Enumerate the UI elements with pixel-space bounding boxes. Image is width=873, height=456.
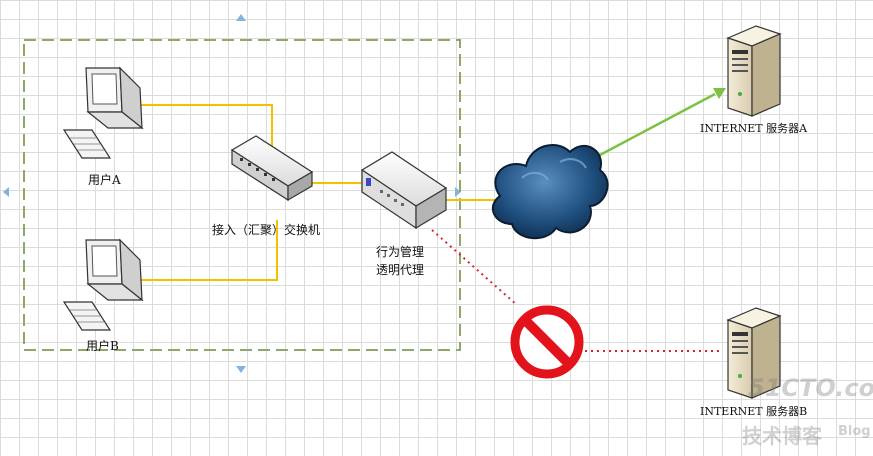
label-server-a: INTERNET 服务器A — [700, 122, 808, 135]
server-icon — [726, 25, 782, 117]
internet-cloud-icon — [491, 143, 609, 240]
link-proxy-server-b-blocked — [431, 229, 518, 306]
watermark-blog: Blog — [838, 424, 871, 439]
label-user-b: 用户B — [86, 339, 119, 353]
watermark-site: 51CTO.com — [748, 374, 873, 402]
label-proxy-line2: 透明代理 — [376, 263, 425, 277]
switch-icon — [230, 135, 314, 202]
label-server-b: INTERNET 服务器B — [700, 405, 808, 418]
arrowhead-server-a — [713, 88, 726, 99]
label-switch: 接入（汇聚）交换机 — [212, 223, 321, 237]
workstation-icon — [62, 238, 144, 331]
watermark-subtitle: 技术博客 — [742, 424, 822, 448]
network-diagram — [3, 14, 782, 399]
workstation-icon — [62, 66, 144, 159]
proxy-appliance-icon — [360, 151, 448, 230]
label-proxy-line1: 行为管理 — [376, 245, 425, 259]
link-cloud-server-a — [597, 92, 716, 158]
prohibited-icon — [510, 305, 584, 379]
label-user-a: 用户A — [88, 173, 121, 187]
